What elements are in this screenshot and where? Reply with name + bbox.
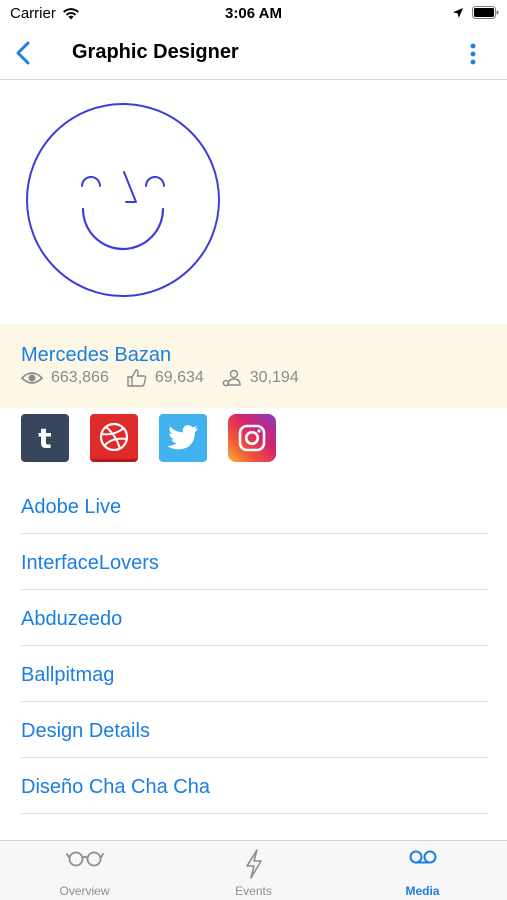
tumblr-icon: t <box>38 423 51 453</box>
status-time: 3:06 AM <box>225 5 282 22</box>
link-label[interactable]: Diseño Cha Cha Cha <box>21 776 210 799</box>
battery-icon <box>472 6 499 19</box>
list-item[interactable]: Diseño Cha Cha Cha <box>0 758 507 814</box>
status-bar: Carrier 3:06 AM <box>0 0 507 28</box>
list-item[interactable]: InterfaceLovers <box>0 534 507 590</box>
instagram-button[interactable] <box>228 414 276 462</box>
svg-text:t: t <box>38 423 51 453</box>
designer-name[interactable]: Mercedes Bazan <box>21 344 171 367</box>
tumblr-button[interactable]: t <box>21 414 69 462</box>
chevron-left-icon <box>16 41 30 65</box>
link-label[interactable]: Ballpitmag <box>21 664 114 687</box>
location-arrow-icon <box>453 7 463 18</box>
likes-stat: 69,634 <box>127 369 204 387</box>
likes-count: 69,634 <box>154 369 204 386</box>
list-item[interactable]: Design Details <box>0 702 507 758</box>
tab-overview-label: Overview <box>59 884 110 898</box>
voicemail-icon <box>409 850 436 864</box>
lightning-icon <box>245 849 262 879</box>
thumbs-up-icon <box>127 369 147 387</box>
tab-media[interactable]: Media <box>338 841 507 900</box>
media-links-list: Adobe Live InterfaceLovers Abduzeedo Bal… <box>0 478 507 814</box>
followers-count: 30,194 <box>249 369 299 386</box>
avatar-area <box>0 80 507 324</box>
list-item[interactable]: Adobe Live <box>0 478 507 534</box>
link-label[interactable]: InterfaceLovers <box>21 552 159 575</box>
list-item[interactable]: Abduzeedo <box>0 590 507 646</box>
dribbble-button[interactable] <box>90 414 138 462</box>
stats-row: 663,866 69,634 30,194 <box>21 369 317 387</box>
tab-events-label: Events <box>235 884 272 898</box>
twitter-icon <box>167 425 198 450</box>
followers-icon <box>222 369 241 387</box>
more-vertical-icon <box>470 43 476 65</box>
social-links: t <box>21 414 276 462</box>
back-button[interactable] <box>12 38 36 68</box>
glasses-icon <box>65 851 104 867</box>
instagram-icon <box>238 424 266 452</box>
profile-card: Mercedes Bazan 663,866 69,634 30,194 <box>0 324 507 408</box>
followers-stat: 30,194 <box>222 369 299 387</box>
link-label[interactable]: Abduzeedo <box>21 608 122 631</box>
status-indicators <box>452 6 499 19</box>
tab-events[interactable]: Events <box>169 841 338 900</box>
list-item[interactable]: Ballpitmag <box>0 646 507 702</box>
page-title: Graphic Designer <box>72 41 239 63</box>
link-label[interactable]: Adobe Live <box>21 496 121 519</box>
twitter-button[interactable] <box>159 414 207 462</box>
navigation-bar: Graphic Designer <box>0 28 507 80</box>
link-label[interactable]: Design Details <box>21 720 150 743</box>
smiley-face-avatar <box>26 103 220 297</box>
tab-overview[interactable]: Overview <box>0 841 169 900</box>
views-stat: 663,866 <box>21 369 109 387</box>
views-count: 663,866 <box>51 369 109 386</box>
more-options-button[interactable] <box>463 40 483 68</box>
tab-bar: Overview Events Media <box>0 840 507 900</box>
eye-icon <box>21 372 43 384</box>
tab-media-label: Media <box>405 884 440 898</box>
dribbble-icon <box>99 422 129 451</box>
